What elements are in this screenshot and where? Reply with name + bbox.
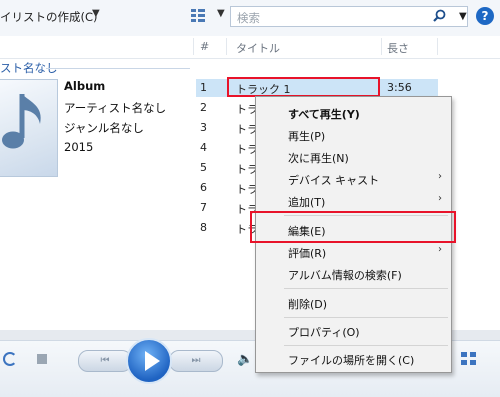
menu-item-delete[interactable]: 削除(D) — [288, 296, 327, 312]
menu-item-find-album-info[interactable]: アルバム情報の検索(F) — [288, 267, 402, 283]
stop-button[interactable] — [37, 354, 47, 364]
menu-item-cast-to-device[interactable]: デバイス キャスト — [288, 172, 379, 188]
view-options-dropdown-icon[interactable]: ▼ — [217, 8, 225, 19]
track-number[interactable]: 4 — [200, 141, 207, 154]
create-playlist-dropdown-icon[interactable]: ▼ — [92, 8, 100, 19]
column-title[interactable]: タイトル — [236, 40, 280, 56]
track-1-highlight-box — [227, 77, 380, 97]
menu-divider — [284, 317, 448, 318]
album-year: 2015 — [64, 140, 94, 154]
track-number[interactable]: 5 — [200, 161, 207, 174]
play-icon — [145, 351, 160, 371]
menu-item-properties[interactable]: プロパティ(O) — [288, 324, 360, 340]
switch-to-now-playing-icon[interactable] — [461, 352, 477, 366]
next-button[interactable]: ⏭ — [169, 350, 223, 372]
search-icon[interactable] — [433, 9, 446, 22]
group-divider — [46, 68, 190, 69]
submenu-arrow-icon: › — [438, 244, 442, 255]
view-options-icon[interactable] — [191, 9, 205, 23]
track-number[interactable]: 8 — [200, 221, 207, 234]
create-playlist-button[interactable]: イリストの作成(C) — [0, 9, 98, 25]
repeat-icon[interactable] — [3, 352, 17, 366]
previous-button[interactable]: ⏮ — [78, 350, 132, 372]
menu-divider — [284, 345, 448, 346]
menu-item-play[interactable]: 再生(P) — [288, 128, 325, 144]
music-note-icon — [2, 94, 41, 149]
edit-highlight-box — [250, 211, 456, 243]
album-art[interactable] — [0, 79, 58, 177]
submenu-arrow-icon: › — [438, 193, 442, 204]
column-length[interactable]: 長さ — [387, 40, 409, 56]
album-genre: ジャンル名なし — [64, 121, 144, 135]
menu-item-play-next[interactable]: 次に再生(N) — [288, 150, 349, 166]
menu-divider — [284, 288, 448, 289]
column-header: # タイトル 長さ — [0, 36, 500, 59]
column-number[interactable]: # — [200, 40, 209, 53]
track-number[interactable]: 3 — [200, 121, 207, 134]
search-dropdown-icon[interactable]: ▼ — [459, 11, 467, 22]
help-icon[interactable]: ? — [476, 7, 494, 25]
track-number[interactable]: 7 — [200, 201, 207, 214]
submenu-arrow-icon: › — [438, 171, 442, 182]
menu-item-open-file-location[interactable]: ファイルの場所を開く(C) — [288, 352, 414, 368]
menu-item-rate[interactable]: 評価(R) — [288, 245, 326, 261]
track-number[interactable]: 6 — [200, 181, 207, 194]
menu-item-add-to[interactable]: 追加(T) — [288, 194, 325, 210]
search-box[interactable]: 検索 ▼ — [230, 6, 468, 27]
volume-icon[interactable]: 🔈 — [237, 352, 253, 367]
menu-item-play-all[interactable]: すべて再生(Y) — [288, 106, 360, 122]
play-button[interactable] — [126, 338, 172, 384]
track-number[interactable]: 2 — [200, 101, 207, 114]
album-name: Album — [64, 79, 106, 93]
track-length[interactable]: 3:56 — [387, 81, 412, 94]
search-input[interactable]: 検索 — [237, 10, 260, 26]
track-number[interactable]: 1 — [200, 81, 207, 94]
album-artist: アーティスト名なし — [64, 101, 167, 115]
